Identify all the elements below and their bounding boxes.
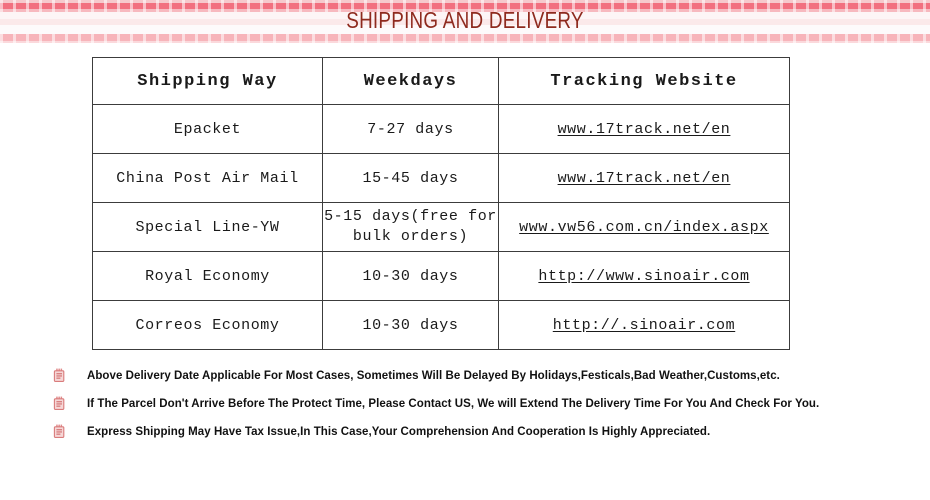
cell-tracking-website: www.vw56.com.cn/index.aspx	[498, 202, 790, 252]
tracking-link[interactable]: http://.sinoair.com	[553, 317, 735, 334]
page-banner: SHIPPING AND DELIVERY	[0, 0, 930, 43]
cell-shipping-way: China Post Air Mail	[92, 153, 323, 203]
table-header-row: Shipping Way Weekdays Tracking Website	[92, 57, 790, 105]
note-item: Above Delivery Date Applicable For Most …	[52, 362, 912, 390]
cell-shipping-way: Correos Economy	[92, 300, 323, 350]
table-row: Royal Economy 10-30 days http://www.sino…	[92, 251, 790, 301]
cell-weekdays: 15-45 days	[322, 153, 499, 203]
table-row: Special Line-YW 5-15 days(free for bulk …	[92, 202, 790, 252]
cell-weekdays: 10-30 days	[322, 300, 499, 350]
shipping-methods-table: Shipping Way Weekdays Tracking Website E…	[92, 57, 790, 350]
cell-weekdays: 5-15 days(free for bulk orders)	[322, 202, 499, 252]
note-text: If The Parcel Don't Arrive Before The Pr…	[87, 398, 820, 410]
table-row: Correos Economy 10-30 days http://.sinoa…	[92, 300, 790, 350]
cell-weekdays: 7-27 days	[322, 104, 499, 154]
note-text: Above Delivery Date Applicable For Most …	[87, 370, 780, 382]
note-document-icon	[52, 424, 66, 440]
cell-tracking-website: www.17track.net/en	[498, 104, 790, 154]
cell-tracking-website: http://.sinoair.com	[498, 300, 790, 350]
note-text: Express Shipping May Have Tax Issue,In T…	[87, 426, 711, 438]
cell-tracking-website: www.17track.net/en	[498, 153, 790, 203]
note-item: If The Parcel Don't Arrive Before The Pr…	[52, 390, 912, 418]
table-row: Epacket 7-27 days www.17track.net/en	[92, 104, 790, 154]
notes-list: Above Delivery Date Applicable For Most …	[52, 362, 912, 446]
note-document-icon	[52, 368, 66, 384]
column-header-shipping-way: Shipping Way	[92, 57, 323, 105]
cell-shipping-way: Epacket	[92, 104, 323, 154]
note-item: Express Shipping May Have Tax Issue,In T…	[52, 418, 912, 446]
cell-tracking-website: http://www.sinoair.com	[498, 251, 790, 301]
page-title: SHIPPING AND DELIVERY	[346, 7, 584, 33]
cell-shipping-way: Royal Economy	[92, 251, 323, 301]
tracking-link[interactable]: http://www.sinoair.com	[538, 268, 749, 285]
tracking-link[interactable]: www.17track.net/en	[558, 170, 731, 187]
column-header-tracking-website: Tracking Website	[498, 57, 790, 105]
tracking-link[interactable]: www.vw56.com.cn/index.aspx	[519, 219, 769, 236]
cell-weekdays-line1: 5-15 days(free for	[324, 207, 497, 225]
cell-weekdays: 10-30 days	[322, 251, 499, 301]
table-row: China Post Air Mail 15-45 days www.17tra…	[92, 153, 790, 203]
cell-shipping-way: Special Line-YW	[92, 202, 323, 252]
tracking-link[interactable]: www.17track.net/en	[558, 121, 731, 138]
cell-weekdays-line2: bulk orders)	[352, 228, 469, 245]
note-document-icon	[52, 396, 66, 412]
column-header-weekdays: Weekdays	[322, 57, 499, 105]
